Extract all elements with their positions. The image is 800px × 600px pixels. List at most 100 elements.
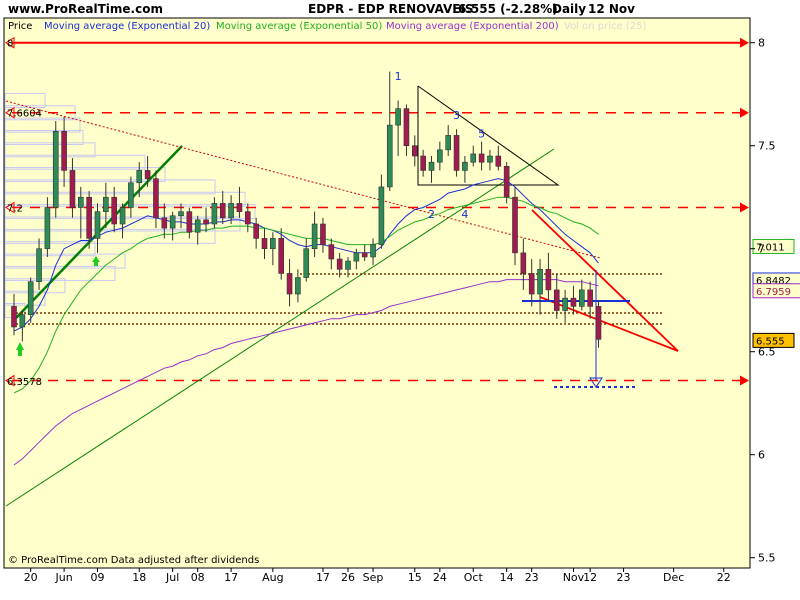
candle-body xyxy=(69,170,76,208)
price-tag-text: 6.7959 xyxy=(756,287,791,298)
plot-area xyxy=(3,17,751,569)
x-tick-label: Jun xyxy=(55,571,73,584)
candle-body xyxy=(562,297,568,311)
candle-body xyxy=(495,155,502,167)
candle-body xyxy=(353,252,360,262)
x-tick-label: Sep xyxy=(363,571,384,584)
x-tick-label: 22 xyxy=(717,571,731,584)
candle-body xyxy=(36,248,42,282)
candle-body xyxy=(545,269,552,291)
candle-body xyxy=(86,196,92,239)
candle-body xyxy=(78,196,84,208)
candle-body xyxy=(19,314,26,328)
site-name[interactable]: www.ProRealTime.com xyxy=(8,2,163,16)
x-tick-label: 14 xyxy=(500,571,514,584)
candle-body xyxy=(128,182,134,208)
candle-body xyxy=(311,223,318,250)
x-axis: 20 Jun 09 18 Jul 08 17 Aug 17 26 Sep 15 24 Oct 14 23 Nov… xyxy=(24,568,731,584)
y-tick-label: 6 xyxy=(758,449,765,462)
price-label: 7.6604 xyxy=(7,109,42,120)
candle-body xyxy=(528,273,535,295)
candle-body xyxy=(211,203,218,225)
price-label: 6.3578 xyxy=(7,377,42,388)
candle-body xyxy=(595,306,602,340)
candle-body xyxy=(186,211,193,233)
candle-body xyxy=(261,238,268,250)
candle-body xyxy=(144,170,151,179)
candle-body xyxy=(278,238,285,274)
x-tick-label: 23 xyxy=(617,571,631,584)
candle-body xyxy=(103,196,109,212)
candle-body xyxy=(403,108,410,147)
candle-body xyxy=(478,153,485,163)
candle-body xyxy=(236,203,243,212)
pattern-label: 3 xyxy=(453,109,460,122)
candle-body xyxy=(553,289,560,311)
quote-value: 6.555 (-2.28%) xyxy=(458,2,558,16)
x-tick-label: 17 xyxy=(316,571,330,584)
candle-body xyxy=(286,273,293,295)
candle-body xyxy=(61,130,67,171)
legend-price: Price xyxy=(8,21,32,32)
ticker-title: EDPR - EDP RENOVAVEIS xyxy=(308,2,474,16)
x-tick-label: Dec xyxy=(663,571,684,584)
y-tick-label: 7 xyxy=(758,243,765,256)
candle-body xyxy=(136,170,143,184)
pattern-label: 1 xyxy=(395,70,402,83)
candle-body xyxy=(437,149,443,163)
date-label: 12 Nov xyxy=(588,2,635,16)
candle-body xyxy=(503,166,510,198)
candle-body xyxy=(219,203,226,219)
x-tick-label: 15 xyxy=(408,571,422,584)
x-tick-label: Oct xyxy=(464,571,484,584)
x-tick-label: Jul xyxy=(165,571,179,584)
candle-body xyxy=(245,211,251,225)
candle-body xyxy=(512,196,518,254)
candle-body xyxy=(328,244,335,260)
candle-body xyxy=(420,155,426,171)
candle-body xyxy=(203,219,209,225)
candle-body xyxy=(27,281,34,315)
x-tick-label: 12 xyxy=(583,571,597,584)
candle-body xyxy=(487,155,493,163)
x-tick-label: 18 xyxy=(132,571,146,584)
candle-body xyxy=(295,277,301,295)
candle-body xyxy=(119,207,126,225)
y-tick-label: 8 xyxy=(758,37,765,50)
pattern-label: 4 xyxy=(461,208,468,221)
x-tick-label: 08 xyxy=(191,571,205,584)
y-tick-label: 6.5 xyxy=(758,346,776,359)
candle-body xyxy=(361,252,368,258)
candle-body xyxy=(253,223,259,239)
candle-body xyxy=(578,289,585,307)
candle-body xyxy=(445,135,452,151)
x-tick-label: 20 xyxy=(24,571,38,584)
x-tick-label: Nov xyxy=(563,571,585,584)
candle-body xyxy=(320,223,326,245)
legend-vop: Vol on price (25) xyxy=(564,21,646,32)
legend-ema20: Moving average (Exponential 20) xyxy=(44,21,210,32)
candle-body xyxy=(370,244,376,258)
candle-body xyxy=(111,196,117,225)
candle-body xyxy=(336,258,343,270)
candle-body xyxy=(11,306,17,328)
x-tick-label: Aug xyxy=(262,571,283,584)
y-tick-label: 5.5 xyxy=(758,552,776,565)
candle-body xyxy=(94,211,101,239)
x-tick-label: 09 xyxy=(91,571,105,584)
candle-body xyxy=(303,248,310,278)
footer-credit: © ProRealTime.com Data adjusted after di… xyxy=(8,555,259,566)
candle-body xyxy=(44,207,51,250)
candle-body xyxy=(411,145,418,157)
candle-body xyxy=(453,135,460,171)
legend-ema50: Moving average (Exponential 50) xyxy=(216,21,382,32)
pattern-label: 5 xyxy=(478,127,485,140)
candle-body xyxy=(537,269,543,295)
candle-body xyxy=(228,203,234,219)
candle-body xyxy=(178,211,184,217)
y-axis: 8 7.5 7 6.5 6 5.5 xyxy=(750,37,776,565)
pattern-label: 2 xyxy=(428,208,435,221)
candle-body xyxy=(194,219,201,233)
candle-body xyxy=(52,130,59,208)
x-tick-label: 24 xyxy=(433,571,447,584)
